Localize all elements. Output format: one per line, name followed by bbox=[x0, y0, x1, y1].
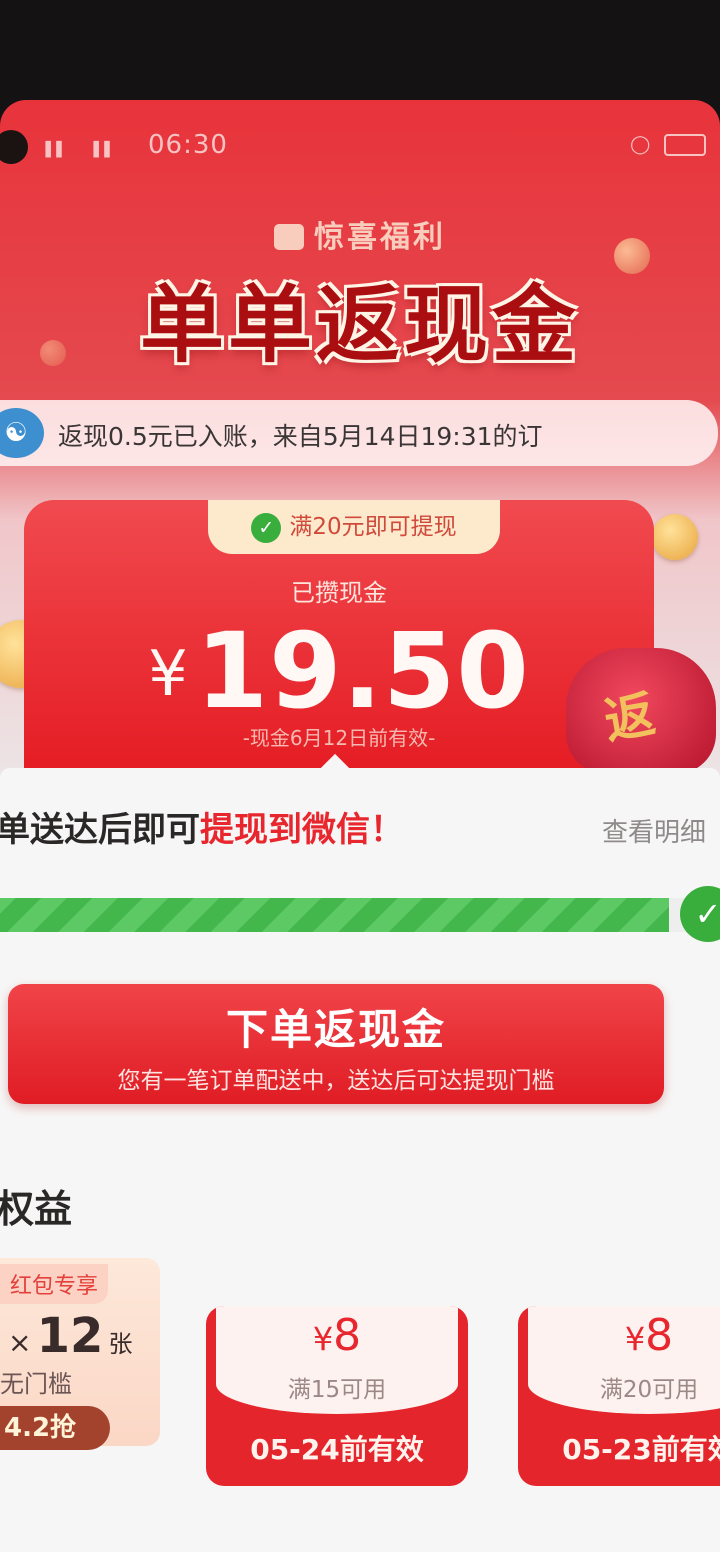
view-details-link[interactable]: 查看明细 bbox=[602, 812, 706, 849]
status-time: 06:30 bbox=[148, 130, 228, 160]
coupon-condition: 满20可用 bbox=[599, 1377, 699, 1403]
coupon-condition: 满15可用 bbox=[287, 1377, 387, 1403]
coupon-amount: 8 bbox=[645, 1310, 674, 1361]
promo-highlight: 提现到微信！ bbox=[200, 810, 404, 850]
hero-subtitle-text: 惊喜福利 bbox=[314, 220, 446, 255]
coupon-value: ¥8 bbox=[216, 1310, 458, 1361]
order-button-title: 下单返现金 bbox=[225, 1005, 446, 1054]
cashback-notice[interactable]: ☯ 返现0.5元已入账，来自5月14日19:31的订 bbox=[0, 400, 718, 466]
progress-fill bbox=[0, 898, 670, 932]
coupon-currency: ¥ bbox=[312, 1320, 334, 1358]
order-cashback-button[interactable]: 下单返现金 您有一笔订单配送中，送达后可达提现门槛 bbox=[8, 984, 664, 1104]
order-button-subtitle: 您有一笔订单配送中，送达后可达提现门槛 bbox=[117, 1068, 555, 1094]
battery-icon bbox=[664, 134, 706, 156]
balance-amount: ¥19.50 bbox=[24, 610, 654, 732]
coupon-amount: 8 bbox=[333, 1310, 362, 1361]
hero-title: 单单返现金 bbox=[139, 276, 580, 374]
coupon-expiry: 05-23前有效 bbox=[562, 1433, 720, 1466]
main-panel: 单送达后即可提现到微信！ 查看明细 ✓ 下单返现金 您有一笔订单配送中，送达后可… bbox=[0, 753, 720, 1552]
pouch-label: 返 bbox=[600, 685, 660, 751]
balance-validity: -现金6月12日前有效- bbox=[242, 726, 436, 750]
hero-subtitle: 惊喜福利 bbox=[0, 212, 720, 256]
progress-bar bbox=[0, 898, 690, 932]
times-sign: × bbox=[8, 1326, 32, 1359]
coupon-currency: ¥ bbox=[624, 1320, 646, 1358]
gift-icon bbox=[274, 224, 304, 250]
grab-button[interactable]: 4.2抢 bbox=[0, 1406, 110, 1450]
front-camera bbox=[0, 130, 28, 164]
withdraw-threshold-tab: ✓ 满20元即可提现 bbox=[208, 500, 500, 554]
promo-prefix: 单送达后即可 bbox=[0, 810, 200, 850]
promo-text: 单送达后即可提现到微信！ bbox=[0, 802, 404, 851]
coupon-card[interactable]: ¥8 满20可用 05-23前有效 bbox=[518, 1306, 720, 1486]
status-bar: ▐▐ ▐▐ 06:30 ◯ bbox=[0, 128, 720, 168]
bundle-count: × 12 张 bbox=[8, 1308, 132, 1364]
wechat-check-icon: ✓ bbox=[251, 512, 282, 543]
balance-card: ✓ 满20元即可提现 已攒现金 ¥19.50 -现金6月12日前有效- bbox=[24, 500, 654, 770]
coin-icon bbox=[652, 514, 698, 560]
coupon-expiry: 05-24前有效 bbox=[250, 1433, 424, 1466]
signal-icon: ▐▐ bbox=[40, 142, 62, 158]
threshold-label: 满20元即可提现 bbox=[289, 514, 457, 540]
screen: ▐▐ ▐▐ 06:30 ◯ 惊喜福利 单单返现金 ☯ 返现0.5元已入账，来自5… bbox=[0, 100, 720, 1552]
currency-symbol: ¥ bbox=[148, 637, 188, 710]
coupon-top: ¥8 满15可用 bbox=[216, 1306, 458, 1414]
benefits-title: 权益 bbox=[0, 1187, 73, 1231]
signal-icon: ▐▐ bbox=[88, 142, 110, 158]
wechat-check-icon: ✓ bbox=[680, 886, 720, 942]
coupon-top: ¥8 满20可用 bbox=[528, 1306, 720, 1414]
balance-label: 已攒现金 bbox=[291, 579, 387, 607]
bundle-count-unit: 张 bbox=[108, 1330, 133, 1358]
coupon-card[interactable]: ¥8 满15可用 05-24前有效 bbox=[206, 1306, 468, 1486]
red-pouch-icon: 返 bbox=[566, 648, 716, 774]
red-packet-bundle[interactable]: 红包专享 × 12 张 无门槛 4.2抢 bbox=[0, 1258, 160, 1450]
bundle-note: 无门槛 bbox=[0, 1370, 72, 1398]
alarm-icon: ◯ bbox=[630, 134, 651, 155]
bundle-count-value: 12 bbox=[36, 1308, 104, 1364]
notice-text: 返现0.5元已入账，来自5月14日19:31的订 bbox=[58, 422, 543, 451]
status-icons: ◯ bbox=[630, 134, 706, 156]
coupon-value: ¥8 bbox=[528, 1310, 720, 1361]
bundle-tag: 红包专享 bbox=[0, 1264, 109, 1304]
balance-value: 19.50 bbox=[195, 610, 530, 732]
notice-avatar-icon: ☯ bbox=[0, 408, 44, 458]
